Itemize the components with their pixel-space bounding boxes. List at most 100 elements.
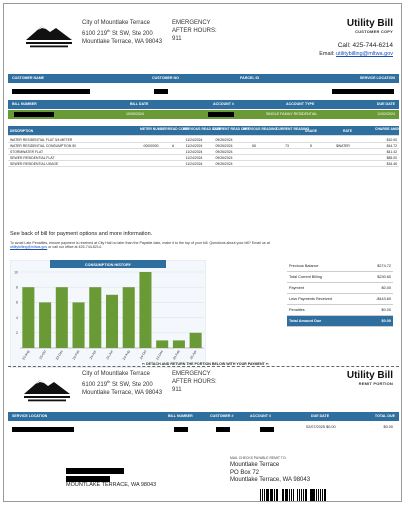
consumption-bar <box>39 302 52 348</box>
col-usage: USAGE <box>305 129 318 133</box>
y-tick-label: 4 <box>16 316 18 320</box>
charges-table-header: DESCRIPTION METER NUMBER READ CODE PREVI… <box>8 126 401 136</box>
remit-doc-title: Utility Bill <box>346 370 393 381</box>
account-summary: Previous Balance $274.72 Total Current Bil… <box>287 261 393 341</box>
summary-row: Total Current Billing $230.60 <box>287 272 393 283</box>
charge-cell: $10.00 <box>386 137 397 142</box>
email-link[interactable]: utilitybilling@mltwa.gov <box>336 51 393 57</box>
charge-cell: 11/24/2024 <box>185 137 203 142</box>
consumption-bar <box>22 287 35 348</box>
charge-cell: 8 <box>310 143 312 148</box>
customer-name-header: CUSTOMER NAME <box>12 76 45 80</box>
copy-label: CUSTOMER COPY <box>355 29 393 34</box>
summary-label: Less Payments Received <box>289 297 332 301</box>
bill-number-header: BILL NUMBER <box>12 102 37 106</box>
remit-address-block: City of Mountlake Terrace 6100 219th St … <box>82 370 162 397</box>
remit-bill-number-header: BILL NUMBER <box>168 414 193 418</box>
city-name: City of Mountlake Terrace <box>82 20 150 26</box>
charge-cell: SEWER RESIDENTIAL FLAT <box>10 155 55 160</box>
charge-row: WATER RESIDENTIAL FLAT 3/4 METER 11/24/20… <box>8 137 399 143</box>
summary-value: $0.00 <box>381 286 391 290</box>
remit-due-date-value: 02/07/2025 $0.00 <box>306 425 336 429</box>
summary-row: Penalties $0.00 <box>287 305 393 316</box>
consumption-bar <box>189 332 202 348</box>
charge-cell: 11/24/2024 <box>185 161 203 166</box>
account-type-header: ACCOUNT TYPE <box>286 102 315 106</box>
charge-row: SEWER RESIDENTIAL USAGE 11/24/2024 09/26/2… <box>8 161 399 167</box>
charge-cell: A <box>171 143 175 148</box>
notice-email-link[interactable]: utilitybilling@mltwa.gov <box>10 245 47 249</box>
charge-cell: 09/26/2024 <box>215 149 233 154</box>
redacted-remit-service-location <box>12 427 74 432</box>
remit-city-state-zip: Mountlake Terrace, WA 98043 <box>82 390 163 396</box>
summary-row: Payment $0.00 <box>287 283 393 294</box>
consumption-bar <box>122 287 135 348</box>
due-date-header: DUE DATE <box>376 102 395 106</box>
redacted-recipient-name <box>66 468 124 474</box>
redacted-remit-customer-no <box>216 427 230 432</box>
charge-cell: STORMWATER FLAT <box>10 149 44 154</box>
summary-label: Penalties <box>289 308 305 312</box>
remit-customer-no-header: CUSTOMER # <box>210 414 234 418</box>
charge-cell: 00000000 <box>143 143 159 148</box>
col-charge-amount: CHARGE AMOUNT <box>375 126 401 131</box>
payee-name: Mountlake Terrace <box>230 462 280 468</box>
redacted-account-no <box>208 112 234 117</box>
remit-emergency-number: 911 <box>172 387 182 393</box>
redacted-customer-name <box>12 89 90 94</box>
emergency-block: EMERGENCY AFTER HOURS: 911 <box>172 19 217 43</box>
total-amount-due-label: Total Amount Due <box>289 319 322 323</box>
consumption-history-chart: CONSUMPTION HISTORY10864223-Aug 23-Oct 23-… <box>10 260 206 368</box>
charge-cell: 09/26/2024 <box>215 161 233 166</box>
consumption-bar <box>72 302 85 348</box>
remit-total-due-value: $0.00 <box>383 425 393 429</box>
redacted-bill-number <box>14 112 54 117</box>
charge-row: SEWER RESIDENTIAL FLAT 11/24/2024 09/26/20… <box>8 155 399 161</box>
account-no-header: ACCOUNT # <box>213 102 234 106</box>
charge-cell: 11/24/2024 <box>185 143 203 148</box>
y-tick-label: 8 <box>16 286 18 290</box>
remit-service-location-header: SERVICE LOCATION <box>12 414 48 418</box>
bill-date-value: 10/09/2024 <box>126 112 144 116</box>
parcel-id-header: PARCEL ID <box>240 76 260 80</box>
remit-emergency-block: EMERGENCY AFTER HOURS: 911 <box>172 370 217 394</box>
remit-portion-label: REMIT PORTION <box>358 381 393 386</box>
account-type-value: SINGLE FAMILY RESIDENTIAL <box>266 112 318 116</box>
phone-line: Call: 425-744-6214 <box>337 42 393 49</box>
city-logo <box>26 26 72 48</box>
customer-no-header: CUSTOMER NO <box>152 76 179 80</box>
notice-headline: See back of bill for payment options and… <box>10 231 153 237</box>
charge-cell: $85.00 <box>386 155 397 160</box>
charge-cell: 11/24/2024 <box>185 149 203 154</box>
summary-value: $0.00 <box>381 308 391 312</box>
postal-barcode <box>260 489 329 501</box>
charge-cell: 73 <box>285 143 289 148</box>
city-logo-remit <box>24 380 70 402</box>
detach-line <box>8 366 399 367</box>
bill-title-block: Utility Bill CUSTOMER COPY Call: 425-744… <box>319 18 393 57</box>
checks-payable-label: MAIL CHECKS PAYABLE REMIT TO: <box>230 456 287 460</box>
consumption-bar <box>89 287 102 348</box>
redacted-customer-no <box>154 89 168 94</box>
email-line: Email: utilitybilling@mltwa.gov <box>319 51 393 57</box>
charge-cell: SEWER RESIDENTIAL USAGE <box>10 161 59 166</box>
detach-instruction: ✂ DETACH AND RETURN THE PORTION BELOW WI… <box>140 362 271 366</box>
summary-value: $274.72 <box>377 264 391 268</box>
summary-row: Previous Balance $274.72 <box>287 261 393 272</box>
summary-value: $230.60 <box>377 275 391 279</box>
charge-cell: WATER RESIDENTIAL FLAT 3/4 METER <box>10 137 73 142</box>
remit-total-due-header: TOTAL DUE <box>374 414 395 418</box>
service-location-header: SERVICE LOCATION <box>359 76 395 80</box>
remit-city-name: City of Mountlake Terrace <box>82 371 150 377</box>
redacted-remit-bill-number <box>174 427 188 432</box>
payee-city: Mountlake Terrace, WA 98043 <box>230 477 311 483</box>
charge-cell: $41.42 <box>386 149 397 154</box>
doc-title: Utility Bill <box>346 18 393 29</box>
summary-label: Payment <box>289 286 304 290</box>
after-hours-label: AFTER HOURS: <box>172 28 217 34</box>
col-previous-reading: PREVIOUS READING <box>243 126 278 131</box>
col-previous-read-date: PREVIOUS READ DATE <box>183 126 221 131</box>
remit-title-block: Utility Bill REMIT PORTION <box>347 370 393 386</box>
col-current-reading: CURRENT READING <box>276 126 310 131</box>
remit-due-date-header: DUE DATE <box>311 414 330 418</box>
